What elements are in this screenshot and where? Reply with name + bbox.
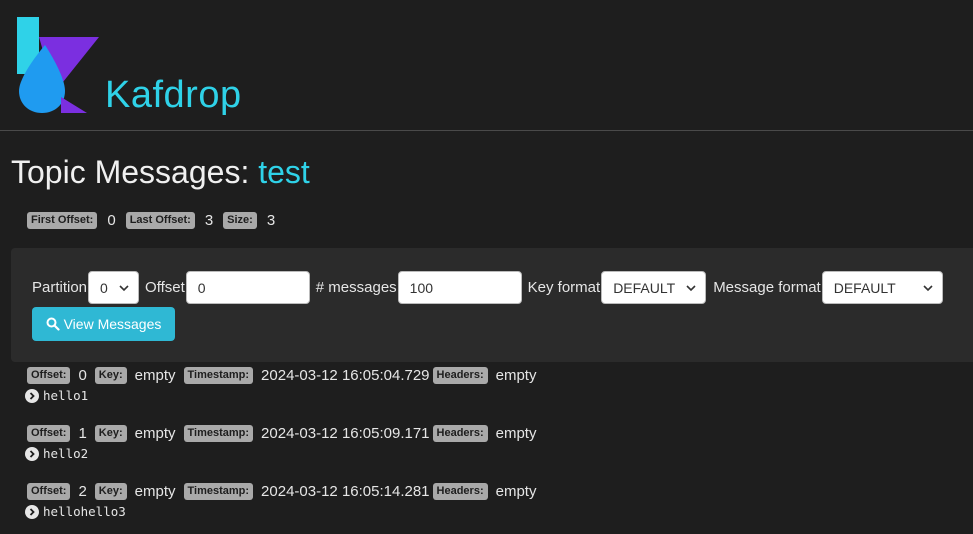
key-badge: Key: xyxy=(94,424,127,442)
page-title: Topic Messages: test xyxy=(11,154,310,191)
message-format-value: DEFAULT xyxy=(833,279,896,296)
offset-badge: Offset: xyxy=(27,482,71,500)
messages-count-input[interactable]: 100 xyxy=(397,271,522,304)
headers-badge: Headers: xyxy=(432,366,488,384)
message-timestamp: 2024-03-12 16:05:09.171 xyxy=(261,424,430,442)
last-offset-badge: Last Offset: xyxy=(125,212,195,229)
chevron-right-icon[interactable] xyxy=(25,388,39,403)
key-badge: Key: xyxy=(94,482,127,500)
timestamp-badge: Timestamp: xyxy=(183,482,254,500)
size-badge: Size: xyxy=(223,212,257,229)
top-navbar: Kafdrop xyxy=(0,0,973,131)
timestamp-badge: Timestamp: xyxy=(183,424,254,442)
message-payload: hellohello3 xyxy=(43,504,126,519)
message-meta: Offset: 0 Key: empty Timestamp: 2024-03-… xyxy=(27,366,544,384)
topic-name: test xyxy=(258,154,310,190)
message-item: Offset: 2 Key: empty Timestamp: 2024-03-… xyxy=(25,482,544,519)
first-offset-value: 0 xyxy=(107,212,116,229)
message-key: empty xyxy=(134,366,176,384)
message-format-select[interactable]: DEFAULT xyxy=(821,271,943,304)
message-body: hellohello3 xyxy=(25,504,544,519)
message-body: hello2 xyxy=(25,446,544,461)
message-payload: hello2 xyxy=(43,446,89,461)
message-headers: empty xyxy=(495,482,537,500)
offset-input-value: 0 xyxy=(197,279,206,296)
key-format-value: DEFAULT xyxy=(613,279,676,296)
message-timestamp: 2024-03-12 16:05:04.729 xyxy=(261,366,430,384)
message-meta: Offset: 2 Key: empty Timestamp: 2024-03-… xyxy=(27,482,544,500)
chevron-right-icon[interactable] xyxy=(25,504,39,519)
message-filter-panel: Partition 0 Offset 0 # messages 100 Key … xyxy=(11,248,973,362)
kafdrop-logo[interactable] xyxy=(17,17,101,114)
key-format-label: Key format xyxy=(527,279,601,296)
filter-row: Partition 0 Offset 0 # messages 100 Key … xyxy=(32,271,943,304)
message-key: empty xyxy=(134,482,176,500)
message-item: Offset: 0 Key: empty Timestamp: 2024-03-… xyxy=(25,366,544,403)
topic-stats: First Offset: 0 Last Offset: 3 Size: 3 xyxy=(27,212,285,229)
size-value: 3 xyxy=(266,212,276,229)
chevron-right-icon[interactable] xyxy=(25,446,39,461)
chevron-down-icon xyxy=(686,285,696,292)
offset-label: Offset xyxy=(145,279,185,296)
partition-select-value: 0 xyxy=(100,279,108,296)
message-format-label: Message format xyxy=(713,279,821,296)
partition-label: Partition xyxy=(32,279,88,296)
key-format-select[interactable]: DEFAULT xyxy=(601,271,707,304)
headers-badge: Headers: xyxy=(432,482,488,500)
chevron-down-icon xyxy=(119,285,129,292)
chevron-down-icon xyxy=(923,285,933,292)
message-payload: hello1 xyxy=(43,388,89,403)
offset-badge: Offset: xyxy=(27,424,71,442)
timestamp-badge: Timestamp: xyxy=(183,366,254,384)
page-title-prefix: Topic Messages: xyxy=(11,154,250,190)
message-timestamp: 2024-03-12 16:05:14.281 xyxy=(261,482,430,500)
messages-count-value: 100 xyxy=(409,279,434,296)
partition-select[interactable]: 0 xyxy=(88,271,140,304)
brand-name[interactable]: Kafdrop xyxy=(105,74,242,117)
headers-badge: Headers: xyxy=(432,424,488,442)
message-body: hello1 xyxy=(25,388,544,403)
key-badge: Key: xyxy=(94,366,127,384)
last-offset-value: 3 xyxy=(204,212,214,229)
message-offset: 0 xyxy=(78,366,87,384)
messages-count-label: # messages xyxy=(315,279,397,296)
message-headers: empty xyxy=(495,366,537,384)
message-meta: Offset: 1 Key: empty Timestamp: 2024-03-… xyxy=(27,424,544,442)
message-item: Offset: 1 Key: empty Timestamp: 2024-03-… xyxy=(25,424,544,461)
message-key: empty xyxy=(134,424,176,442)
message-offset: 1 xyxy=(78,424,87,442)
view-messages-label: View Messages xyxy=(63,316,162,332)
message-headers: empty xyxy=(495,424,537,442)
search-icon xyxy=(46,317,60,331)
first-offset-badge: First Offset: xyxy=(27,212,98,229)
offset-input[interactable]: 0 xyxy=(185,271,310,304)
offset-badge: Offset: xyxy=(27,366,71,384)
view-messages-button[interactable]: View Messages xyxy=(32,307,175,341)
message-offset: 2 xyxy=(78,482,87,500)
